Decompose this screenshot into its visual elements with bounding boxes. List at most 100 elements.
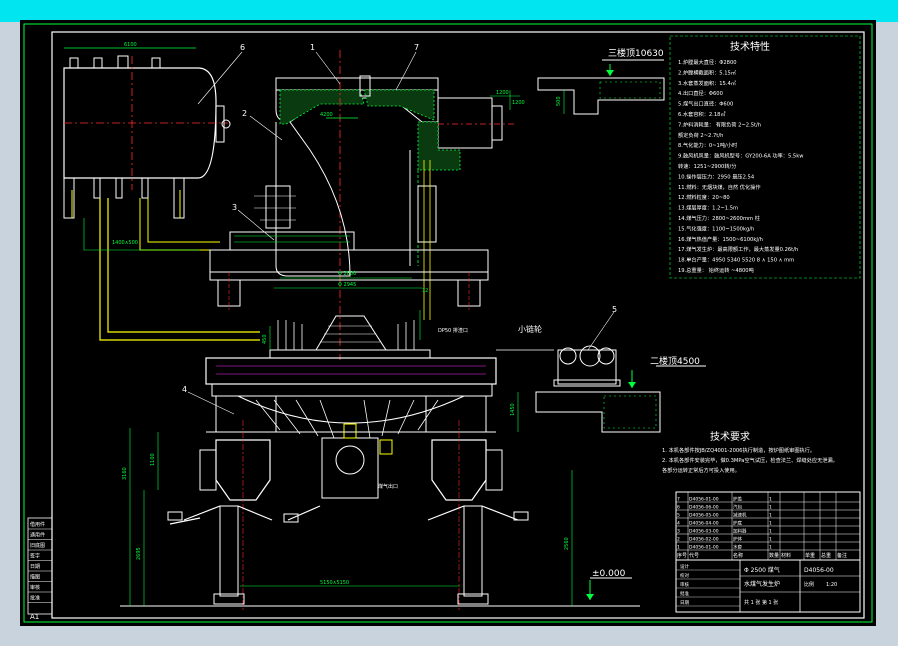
parts-cell: 水套 [733, 544, 742, 551]
left-tab: 借用件通用件旧底图签字日期描图审核批准 A1 [27, 517, 53, 621]
parts-cell: 2 [677, 537, 680, 543]
gasifier-shell [275, 121, 437, 320]
sheet-mark: A1 [30, 613, 39, 621]
dim-2945: Φ 2945 [338, 282, 356, 288]
tech-spec-line: 13.煤层厚度：1.2~1.5m [678, 204, 738, 212]
tech-req-line: 1. 本机各部件按JB/ZQ4001-2006执行制造，按炉图纸审图执行。 [662, 446, 815, 454]
tech-spec-line: 12.燃料粒度：20~80 [678, 193, 730, 201]
ground-level: ±0.000 [120, 569, 640, 607]
parts-cell: 6 [677, 505, 680, 511]
vertical-dims: 3160 2695 1100 1450 2560 500 5150∧5150 4… [122, 90, 573, 606]
tech-spec-line: 7.炉料消耗量： 有限负荷 2~2.5t/h [678, 120, 761, 128]
drum-pipes: 1400∧500 [83, 198, 260, 341]
third-floor-label: 三楼顶10630 [608, 47, 664, 59]
left-tab-label: 旧底图 [30, 542, 45, 549]
dim-12: 12 [422, 288, 428, 294]
drawing-sheet: 借用件 通用件 旧底图 签字 日期 描图 审核 批准 A1 三楼顶10630 二楼顶4500 … [20, 20, 876, 626]
tech-spec-line: 6.水套容积：2.18㎥ [678, 110, 726, 118]
left-tab-label: 描图 [30, 574, 40, 581]
ash-hoppers [199, 420, 503, 610]
parts-cell: 加料器 [733, 528, 747, 535]
gasifier-top: 4200 [275, 50, 439, 360]
dim-450: 450 [262, 334, 268, 344]
tech-req-title: 技术要求 [710, 430, 750, 443]
tech-spec-line: 2.炉膛横截面积：5.15㎡ [678, 68, 737, 76]
tech-spec-line: 额定负荷 2~2.7t/h [678, 131, 723, 139]
callout-1: 1 [310, 43, 315, 52]
tech-req-block: 技术要求 1. 本机各部件按JB/ZQ4001-2006执行制造，按炉图纸审图执… [662, 430, 838, 474]
left-tab-label: 审核 [30, 584, 40, 591]
parts-cell: 1 [769, 521, 772, 527]
dim-1200: 1200 [496, 90, 509, 96]
parts-cell: D4056-01-00 [689, 545, 719, 551]
steam-drum: 6100 [63, 42, 231, 219]
parts-header-cell: 代号 [689, 552, 699, 559]
parts-cell: D4056-03-00 [689, 529, 719, 535]
tech-spec-line: 15.气化强度：1100~1500kg/h [678, 224, 754, 232]
parts-header-cell: 数量 [769, 552, 779, 559]
parts-header-cell: 名称 [733, 552, 743, 559]
callout-4: 4 [182, 385, 187, 394]
tech-spec-line: 10.操作层压力：2950 最压2.54 [678, 172, 755, 180]
tech-spec-line: 4.出口直径：Φ600 [678, 89, 723, 97]
callout-2: 2 [242, 109, 247, 118]
parts-header-cell: 总重 [821, 552, 831, 559]
title-name: Φ 2500 煤气 [744, 566, 780, 574]
dim-2800: Φ 2800 [338, 271, 356, 277]
drawing-number: D4056-00 [804, 567, 834, 574]
parts-header-cell: 单重 [805, 552, 815, 559]
parts-cell: D4056-06-00 [689, 505, 719, 511]
parts-cell: 1 [769, 529, 772, 535]
parts-header-cell: 备注 [837, 552, 847, 559]
tech-req-line: 2. 本机各部件安装完毕，做0.3MPa空气试压，检查法兰、焊缝处应无泄漏， [662, 456, 838, 464]
parts-cell: D4056-01-00 [689, 497, 719, 503]
tech-spec-title: 技术特性 [730, 40, 770, 53]
dim-3160: 3160 [122, 467, 128, 480]
tech-spec-line: 1.炉膛最大直径：Φ2800 [678, 58, 737, 66]
parts-cell: 1 [769, 537, 772, 543]
parts-cell: 1 [769, 505, 772, 511]
tech-spec-line: 16.煤气热值产量：1500~6100kJ/h [678, 235, 763, 243]
sign-row-label: 设计 [680, 563, 689, 570]
sheet-count: 共 1 张 第 1 张 [744, 599, 778, 606]
scale-value: 1:20 [826, 582, 837, 588]
parts-cell: 炉底 [733, 520, 742, 527]
tech-spec-line: 19.总重量： 始终运转 ~4800吨 [678, 266, 754, 274]
tech-spec-line: 18.单台产量：4950 5340 5520 8 ∧ 150 ∧ mm [678, 256, 794, 264]
dim-1450: 1450 [510, 403, 516, 416]
parts-cell: 炉体 [733, 536, 742, 543]
top-cyan-band [0, 0, 898, 22]
tech-spec-line: 3.水套蒸发面积：15.4㎡ [678, 79, 737, 87]
left-tab-label: 通用件 [30, 532, 45, 539]
parts-cell: 减速机 [733, 512, 747, 519]
callout-7: 7 [414, 43, 419, 52]
callout-3: 3 [232, 203, 237, 212]
parts-cell: 1 [769, 497, 772, 503]
tech-spec-line: 14.煤气压力：2800~2600mm 柱 [678, 214, 760, 222]
left-tab-label: 签字 [30, 553, 40, 560]
dim-5150: 5150∧5150 [320, 580, 349, 586]
parts-header-cell: 序号 [677, 552, 687, 559]
parts-cell: 5 [677, 513, 680, 519]
tech-spec-line: 转速：1251~2900转/分 [678, 162, 736, 170]
parts-cell: 炉盖 [733, 496, 742, 503]
scale-label: 比例 [804, 581, 814, 588]
title-desc: 水煤气发生炉 [744, 580, 780, 588]
dim-2560: 2560 [564, 537, 570, 550]
sign-row-label: 审核 [680, 581, 689, 588]
second-floor-label: 二楼顶4500 [650, 355, 700, 367]
tech-spec-block: 技术特性 1.炉膛最大直径：Φ2800 2.炉膛横截面积：5.15㎡ 3.水套蒸发面… [669, 35, 861, 279]
grate-cone: DP50 排渣口 12 [269, 288, 468, 359]
small-pulley-label: 小链轮 [518, 324, 542, 334]
parts-cell: D4056-05-00 [689, 513, 719, 519]
tech-spec-line: 17.煤气发生炉：最高限额工作，最大蒸发量0.26t/h [678, 245, 798, 253]
dim-500: 500 [556, 96, 562, 106]
parts-cell: D4056-02-00 [689, 537, 719, 543]
dim-6100: 6100 [124, 42, 137, 48]
tech-spec-line: 9.鼓风机风量：鼓风机型号：GY200-6A 功率：5.5kw [678, 152, 804, 160]
sign-row-label: 批准 [680, 590, 689, 597]
dim-4200: 4200 [320, 112, 333, 118]
dp50-label: DP50 排渣口 [438, 327, 468, 334]
tech-spec-line: 8.气化能力：0~1吨/小时 [678, 141, 737, 149]
coal-feeder: Φ 2800 Φ 2945 [209, 185, 489, 310]
